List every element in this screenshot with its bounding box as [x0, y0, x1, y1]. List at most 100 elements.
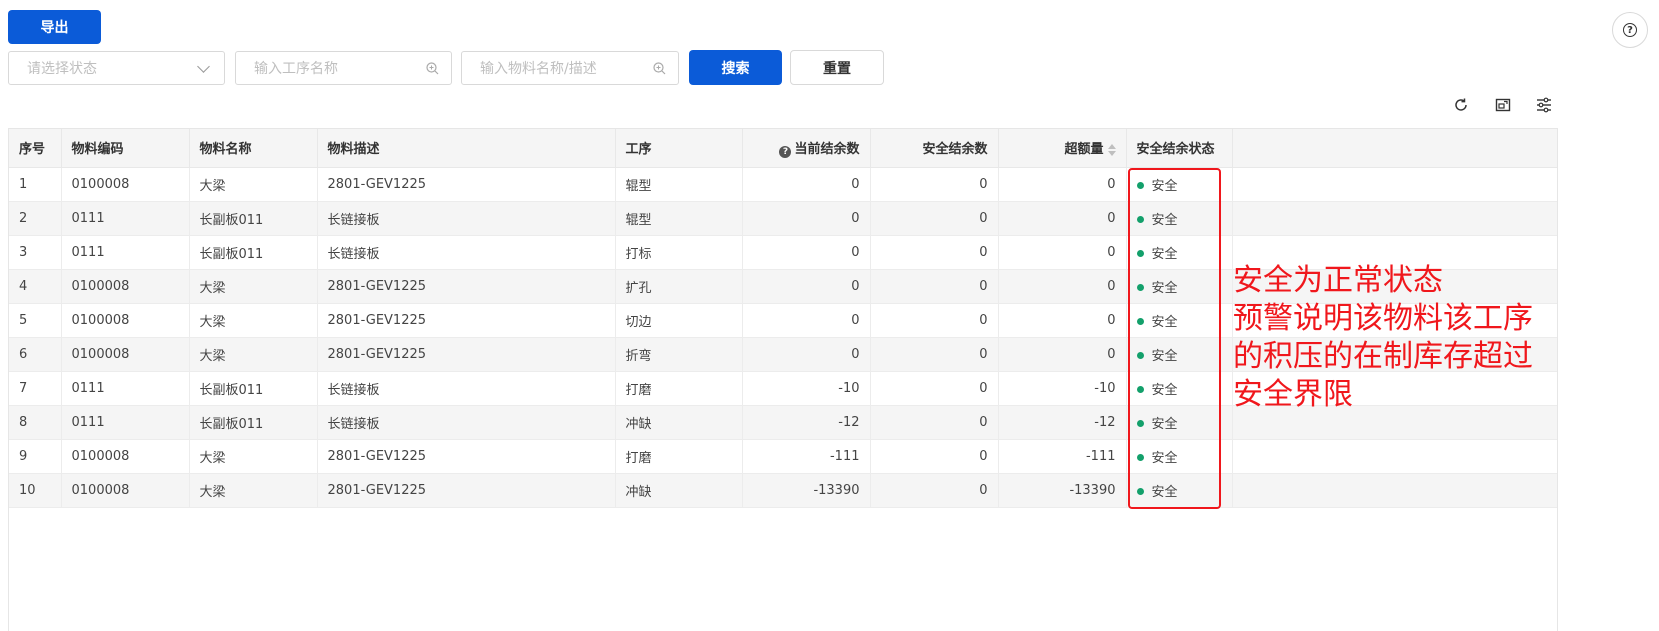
status-select[interactable]: 请选择状态 — [8, 51, 225, 85]
table-cell-spacer — [1232, 473, 1557, 508]
table-cell: 大梁 — [189, 439, 318, 474]
column-header-index: 序号 — [9, 129, 62, 168]
table-cell: -10 — [742, 371, 871, 406]
table-cell: 长链接板 — [317, 201, 616, 236]
table-cell: -13390 — [742, 473, 871, 508]
table-cell: 打标 — [615, 235, 743, 270]
table-cell: 4 — [9, 269, 62, 304]
table-cell: 0 — [742, 167, 871, 202]
table-cell: 长副板011 — [189, 371, 318, 406]
table-cell: 大梁 — [189, 473, 318, 508]
table-cell: -10 — [998, 371, 1127, 406]
table-cell: 0111 — [61, 235, 190, 270]
table-cell: 长副板011 — [189, 405, 318, 440]
table-cell: 10 — [9, 473, 62, 508]
table-cell: 8 — [9, 405, 62, 440]
export-button[interactable]: 导出 — [8, 10, 101, 44]
table-cell: 0 — [870, 337, 999, 372]
table-row: 9 0100008 大梁 2801-GEV1225 打磨 -111 0 -111 安全 — [9, 439, 1557, 474]
table-cell: 0 — [742, 235, 871, 270]
column-header-spacer — [1232, 129, 1557, 168]
annotation-line: 的积压的在制库存超过 — [1233, 339, 1533, 374]
table-cell: 5 — [9, 303, 62, 338]
search-icon — [653, 61, 666, 75]
table-header-row: 序号 物料编码 物料名称 物料描述 工序 ? 当前结余数 安全结余数 超额量 安全… — [9, 129, 1557, 168]
material-search-input[interactable]: 输入物料名称/描述 — [461, 51, 679, 85]
reset-button[interactable]: 重置 — [790, 50, 884, 85]
table-cell: 大梁 — [189, 167, 318, 202]
annotation-text: 安全为正常状态 预警说明该物料该工序 的积压的在制库存超过 安全界限 — [1233, 262, 1553, 414]
table-cell: 0100008 — [61, 337, 190, 372]
process-input-placeholder: 输入工序名称 — [254, 61, 338, 77]
column-header-material-code: 物料编码 — [61, 129, 190, 168]
table-cell: 0 — [870, 201, 999, 236]
table-cell: 0 — [742, 269, 871, 304]
table-row: 1 0100008 大梁 2801-GEV1225 辊型 0 0 0 安全 — [9, 167, 1557, 202]
column-header-excess-label: 超额量 — [1064, 142, 1104, 158]
table-cell: 0 — [742, 337, 871, 372]
table-cell: 1 — [9, 167, 62, 202]
table-cell: 2801-GEV1225 — [317, 473, 616, 508]
table-cell: 0100008 — [61, 439, 190, 474]
table-cell: 辊型 — [615, 167, 743, 202]
table-cell: -12 — [998, 405, 1127, 440]
table-cell: 0 — [870, 371, 999, 406]
fullscreen-icon[interactable] — [1494, 96, 1512, 114]
table-cell: 大梁 — [189, 303, 318, 338]
column-header-current-balance-label: 当前结余数 — [794, 141, 860, 157]
table-cell: 0 — [998, 303, 1127, 338]
table-cell: 2801-GEV1225 — [317, 269, 616, 304]
status-select-placeholder: 请选择状态 — [27, 61, 97, 77]
table-cell-spacer — [1232, 201, 1557, 236]
table-cell: 切边 — [615, 303, 743, 338]
table-cell: 2801-GEV1225 — [317, 439, 616, 474]
column-header-material-desc: 物料描述 — [317, 129, 616, 168]
table-cell: 长副板011 — [189, 235, 318, 270]
table-cell: 冲缺 — [615, 405, 743, 440]
table-cell: 0100008 — [61, 473, 190, 508]
column-header-process: 工序 — [615, 129, 743, 168]
table-row: 10 0100008 大梁 2801-GEV1225 冲缺 -13390 0 -13390 安全 — [9, 473, 1557, 508]
annotation-line: 安全为正常状态 — [1233, 263, 1443, 298]
table-cell: 0 — [870, 235, 999, 270]
table-cell: -12 — [742, 405, 871, 440]
table-cell: 打磨 — [615, 439, 743, 474]
table-cell: 0 — [998, 167, 1127, 202]
table-cell: 0111 — [61, 405, 190, 440]
table-cell: 辊型 — [615, 201, 743, 236]
table-cell: 0 — [742, 303, 871, 338]
table-cell: 7 — [9, 371, 62, 406]
table-cell: 大梁 — [189, 269, 318, 304]
table-cell: 0 — [998, 337, 1127, 372]
table-cell: 2801-GEV1225 — [317, 167, 616, 202]
column-header-current-balance: ? 当前结余数 — [742, 129, 871, 168]
refresh-icon[interactable] — [1452, 96, 1470, 114]
table-cell-spacer — [1232, 439, 1557, 474]
table-cell: -111 — [742, 439, 871, 474]
sort-icon[interactable] — [1107, 143, 1116, 156]
table-cell-spacer — [1232, 167, 1557, 202]
table-cell: 0 — [998, 269, 1127, 304]
table-cell: 长链接板 — [317, 371, 616, 406]
help-icon[interactable]: ? — [779, 145, 792, 158]
table-cell: 0 — [870, 405, 999, 440]
table-cell: 0 — [870, 269, 999, 304]
table-cell: 折弯 — [615, 337, 743, 372]
table-cell: 0 — [742, 201, 871, 236]
column-header-excess[interactable]: 超额量 — [998, 129, 1127, 168]
table-cell: 长链接板 — [317, 405, 616, 440]
column-header-safe-balance: 安全结余数 — [870, 129, 999, 168]
table-cell: 长副板011 — [189, 201, 318, 236]
material-input-placeholder: 输入物料名称/描述 — [480, 61, 597, 77]
column-settings-icon[interactable] — [1535, 96, 1553, 114]
search-button[interactable]: 搜索 — [689, 50, 782, 85]
annotation-line: 安全界限 — [1233, 377, 1353, 412]
table-cell: 6 — [9, 337, 62, 372]
table-cell: 0 — [870, 473, 999, 508]
help-button[interactable]: ? — [1612, 12, 1648, 48]
table-cell: 0111 — [61, 371, 190, 406]
table-cell: 0 — [998, 201, 1127, 236]
process-search-input[interactable]: 输入工序名称 — [235, 51, 452, 85]
help-icon: ? — [1623, 23, 1637, 37]
table-cell: 0 — [870, 167, 999, 202]
